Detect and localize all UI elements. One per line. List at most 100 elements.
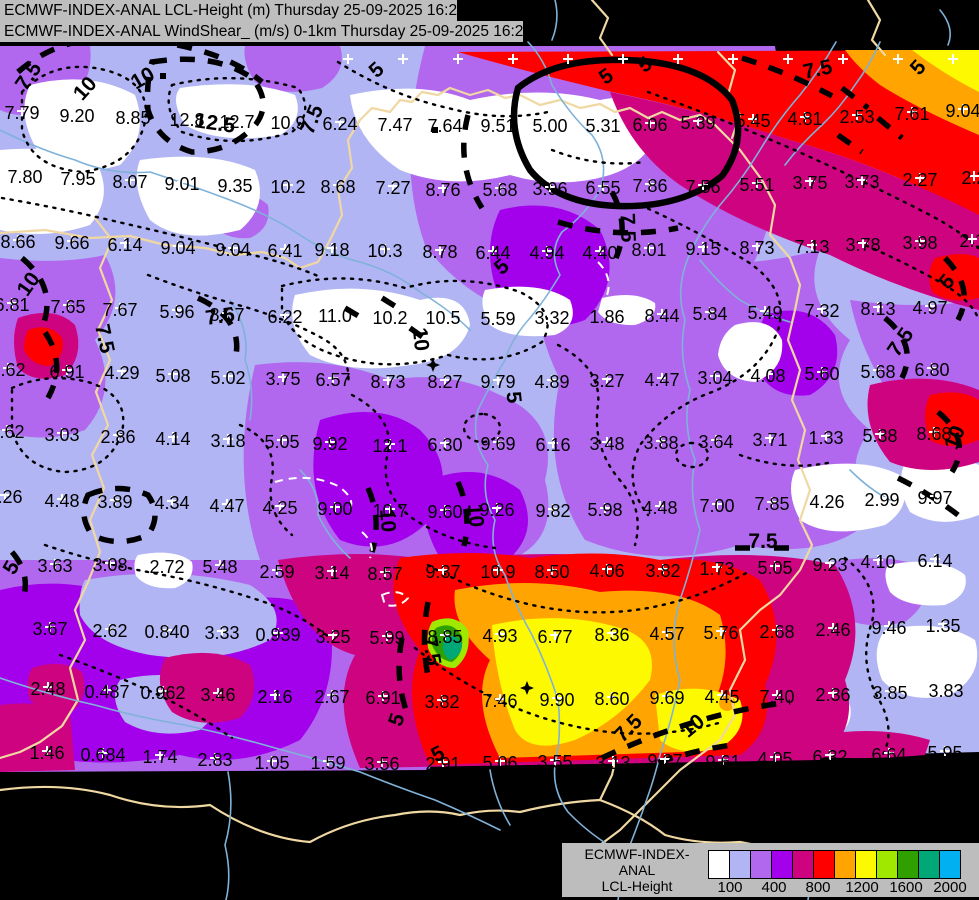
station-value: 6.80 (914, 360, 949, 380)
station-value: 1.74 (142, 747, 177, 767)
legend-color-box (708, 850, 730, 879)
station-value: 3.33 (204, 623, 239, 643)
station-value: 5.96 (159, 302, 194, 322)
station-value: 0.684 (80, 745, 125, 765)
station-value: 5.51 (739, 175, 774, 195)
station-value: 7.62 (0, 422, 25, 442)
station-value: 4.10 (860, 552, 895, 572)
station-value: 2.62 (92, 621, 127, 641)
station-value: 5.00 (532, 116, 567, 136)
city-marker-dot (431, 363, 435, 367)
station-value: 7.46 (482, 691, 517, 711)
station-value: 3.88 (643, 433, 678, 453)
station-value: 9.69 (649, 688, 684, 708)
station-value: 5.05 (757, 558, 792, 578)
contour-label: 10 (408, 327, 433, 353)
station-value: 9.46 (871, 618, 906, 638)
station-value: 7.85 (754, 494, 789, 514)
contour-label: 10 (375, 508, 400, 533)
station-value: 4.47 (209, 496, 244, 516)
station-value: 9.18 (314, 240, 349, 260)
station-value: 7.80 (7, 167, 42, 187)
station-value: 7.67 (102, 300, 137, 320)
legend-color-box (876, 850, 898, 879)
station-value: 2.1 (959, 231, 979, 251)
station-value: 4.40 (582, 243, 617, 263)
station-value: 9.79 (480, 372, 515, 392)
station-value: 5.99 (369, 628, 404, 648)
station-value: 3.25 (315, 627, 350, 647)
station-value: 12.1 (372, 436, 407, 456)
station-value: 6.55 (585, 178, 620, 198)
station-value: 9.01 (164, 174, 199, 194)
station-value: 5.49 (747, 303, 782, 323)
legend-unit: m (568, 894, 706, 900)
station-value: 4.81 (787, 109, 822, 129)
station-value: 6.22 (267, 307, 302, 327)
station-value: 6.06 (632, 115, 667, 135)
station-value: 3.18 (210, 431, 245, 451)
station-value: 3.04 (697, 368, 732, 388)
station-value: 8.27 (427, 372, 462, 392)
station-value: 2.16 (257, 687, 292, 707)
station-value: 1.35 (925, 616, 960, 636)
legend-tick-label: 1600 (889, 879, 923, 896)
station-value: 5.68 (860, 362, 895, 382)
station-value: 2.2 (961, 168, 979, 188)
legend-tick-label: 1200 (845, 879, 879, 896)
station-value: 2.36 (815, 685, 850, 705)
station-value: 4.26 (0, 487, 23, 507)
station-value: 8.13 (860, 299, 895, 319)
station-value: 8.60 (594, 689, 629, 709)
station-value: 10.2 (372, 308, 407, 328)
legend-tick-label: 100 (717, 879, 743, 896)
station-value: 9.51 (480, 116, 515, 136)
station-value: 9.90 (539, 690, 574, 710)
legend-color-box (771, 850, 793, 879)
station-value: 3.48 (589, 434, 624, 454)
station-value: 0.487 (84, 682, 129, 702)
station-value: 1.05 (254, 753, 289, 773)
station-value: 5.31 (585, 116, 620, 136)
station-value: 0.939 (255, 625, 300, 645)
station-value: 7.27 (375, 178, 410, 198)
station-value: 6.30 (427, 435, 462, 455)
station-value: 7.56 (685, 177, 720, 197)
contour-label: 7.5 (615, 213, 639, 243)
station-value: 3.67 (32, 619, 67, 639)
station-value: 5.76 (703, 623, 738, 643)
station-value: 0.962 (140, 683, 185, 703)
station-value: 5.84 (692, 304, 727, 324)
station-value: 6.24 (322, 114, 357, 134)
station-value: 3.78 (845, 235, 880, 255)
station-value: 5.06 (482, 753, 517, 773)
station-value: 5.48 (202, 557, 237, 577)
station-value: 4.94 (529, 243, 564, 263)
station-value: 5.02 (210, 368, 245, 388)
station-value: 4.93 (482, 626, 517, 646)
station-value: 5.38 (862, 426, 897, 446)
station-value: 9.92 (312, 434, 347, 454)
station-value: 9.97 (917, 488, 952, 508)
station-value: 3.32 (534, 308, 569, 328)
station-value: 8.73 (739, 238, 774, 258)
station-value: 1.86 (589, 307, 624, 327)
station-value: 3.83 (928, 681, 963, 701)
station-value: 4.57 (649, 624, 684, 644)
station-value: 9.04 (945, 101, 979, 121)
station-value: 7.95 (60, 169, 95, 189)
station-value: 3.85 (872, 683, 907, 703)
legend-color-box (792, 850, 814, 879)
legend-title: ECMWF-INDEX-ANAL LCL-Height m (568, 846, 706, 900)
titlebar-windshear: ECMWF-INDEX-ANAL WindShear_ (m/s) 0-1km … (0, 21, 523, 42)
station-value: 6.32 (812, 747, 847, 767)
station-value: 10.9 (480, 562, 515, 582)
station-value: 1.46 (29, 743, 64, 763)
station-value: 8.36 (594, 625, 629, 645)
station-value: 7.32 (804, 301, 839, 321)
station-value: 6.16 (535, 435, 570, 455)
town-square-icon (160, 73, 166, 79)
station-value: 9.61 (705, 752, 740, 772)
station-value: 4.48 (642, 498, 677, 518)
map-fill-regions (0, 46, 979, 772)
